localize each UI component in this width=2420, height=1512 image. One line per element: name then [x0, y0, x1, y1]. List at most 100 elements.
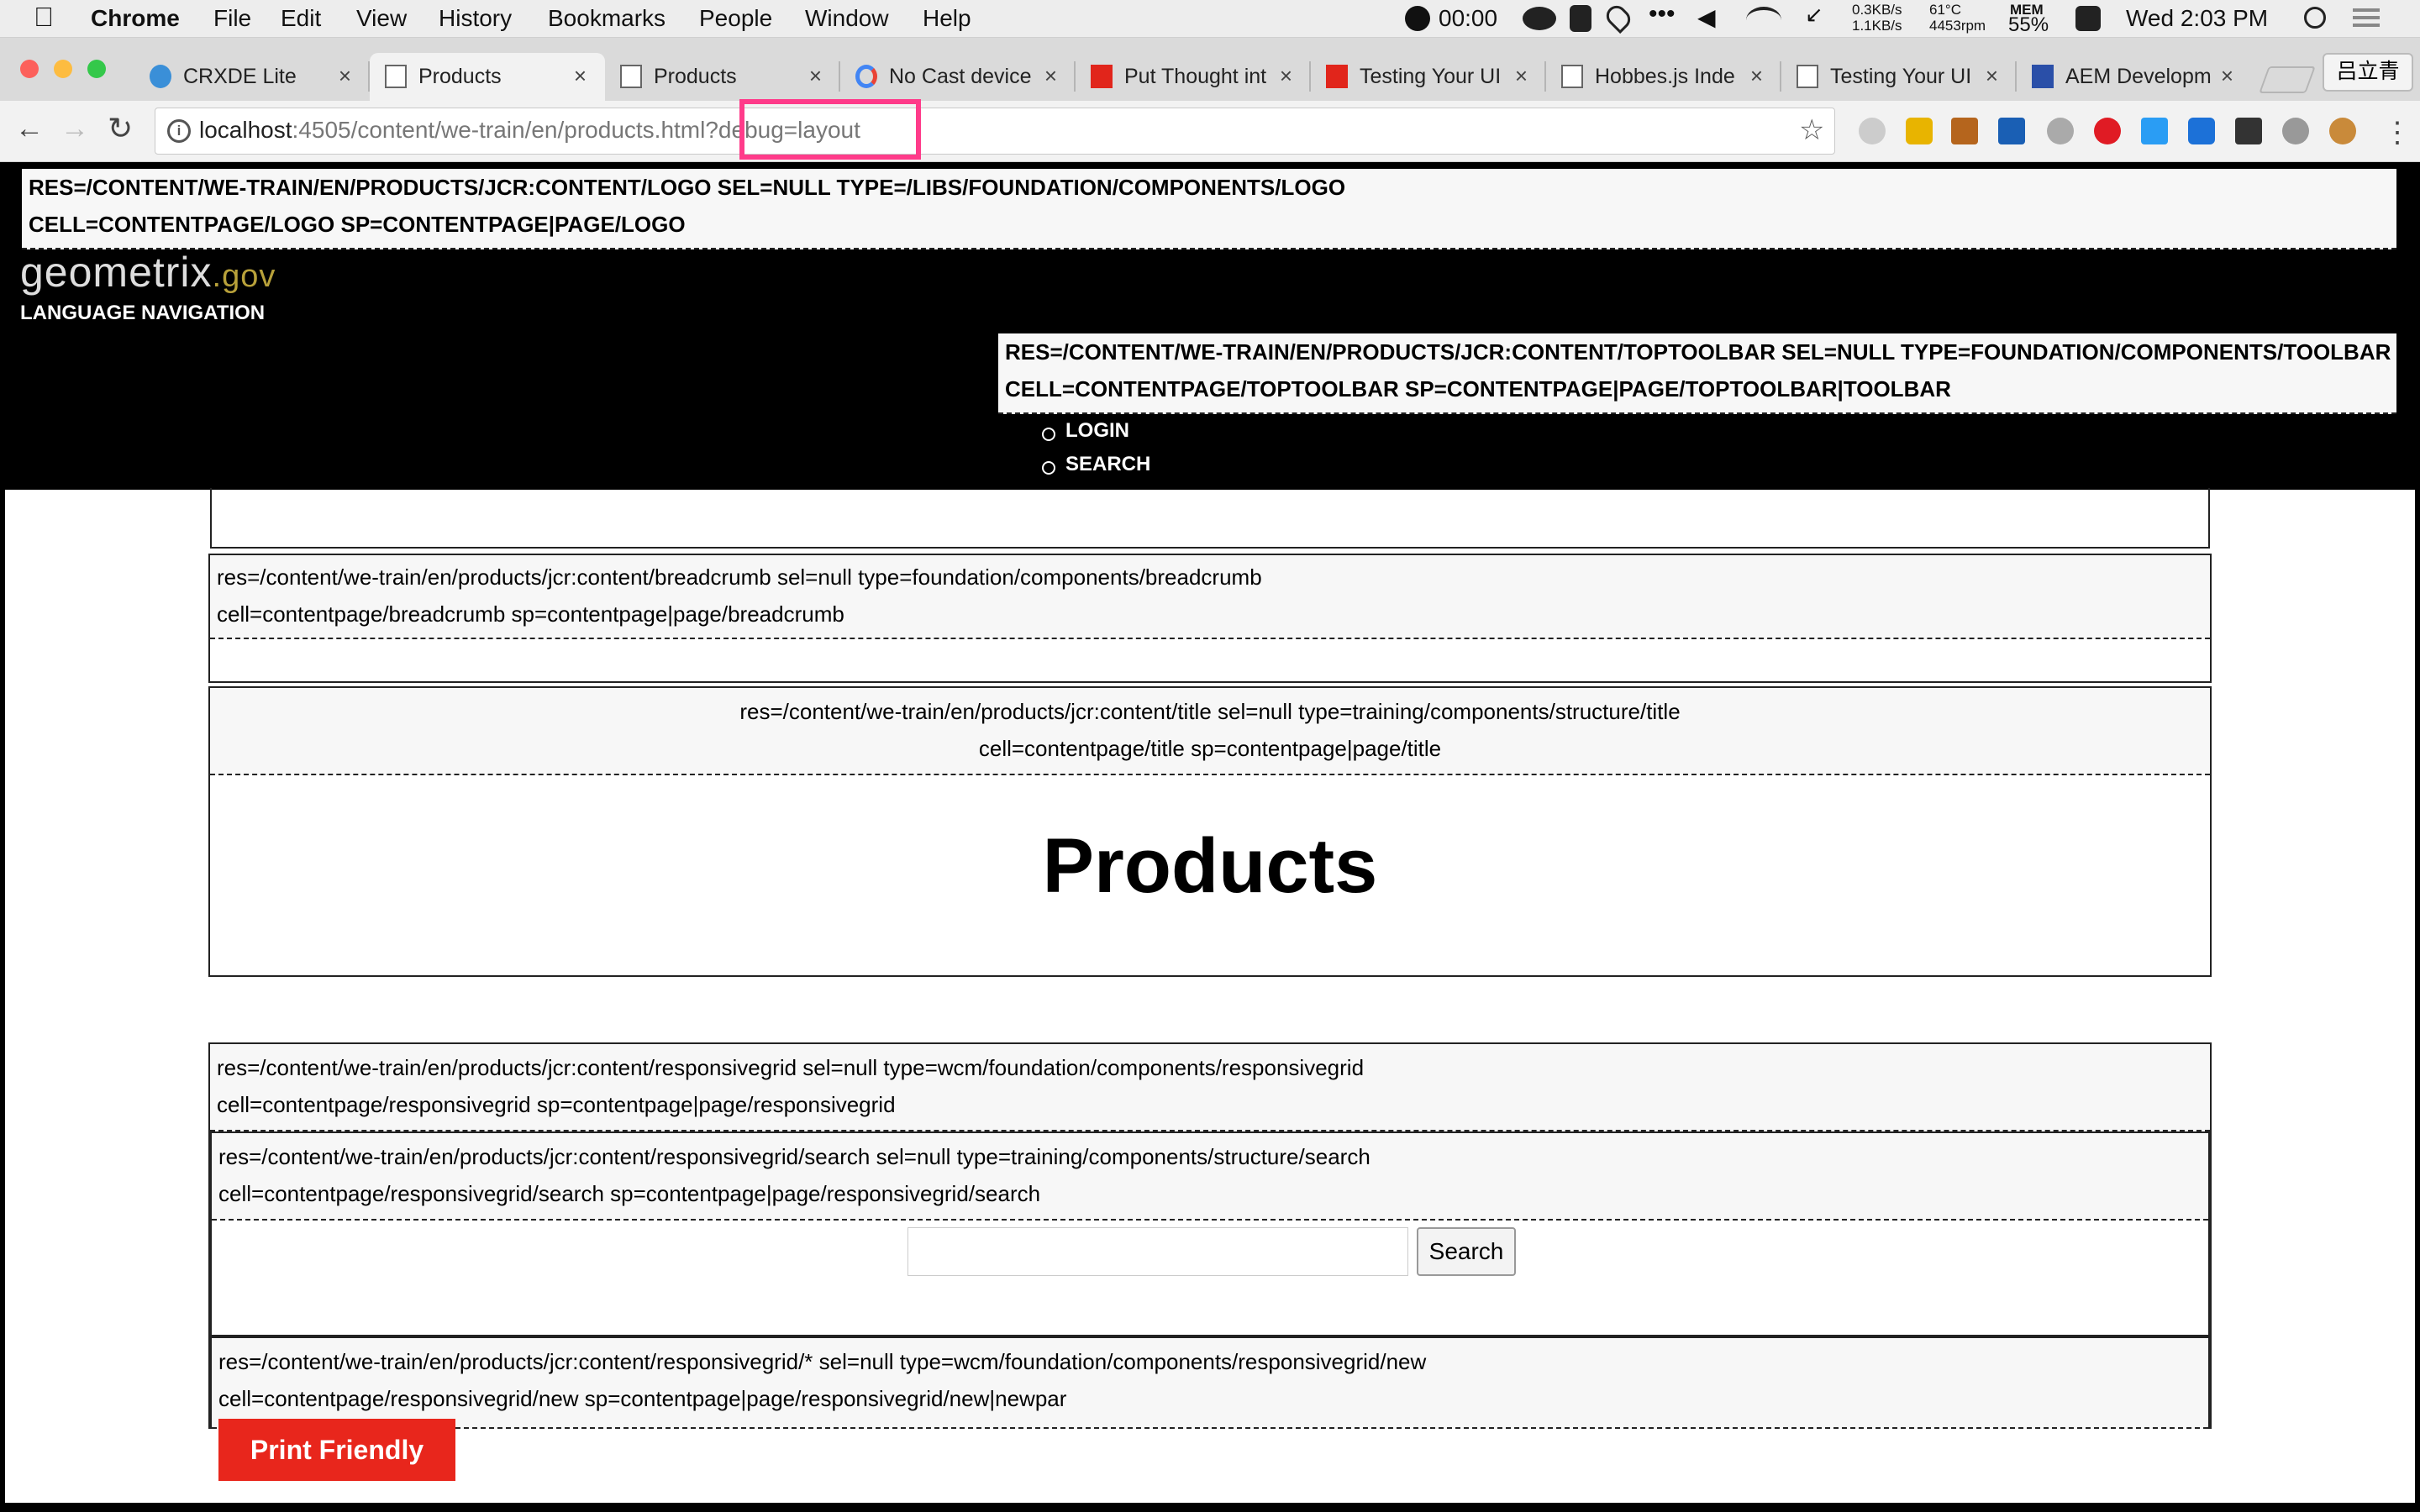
logo-suffix: .gov: [212, 259, 276, 294]
print-friendly-button[interactable]: Print Friendly: [218, 1419, 455, 1481]
breadcrumb-component: res=/content/we-train/en/products/jcr:co…: [208, 554, 2212, 683]
extension-icon-1[interactable]: [1859, 118, 1886, 144]
search-component: res=/content/we-train/en/products/jcr:co…: [210, 1131, 2210, 1336]
menu-view[interactable]: View: [356, 5, 407, 32]
query-highlight-box: [739, 99, 921, 160]
crxde-favicon-icon: [150, 65, 171, 88]
check-circle-icon[interactable]: [1405, 6, 1430, 31]
tab-label: Products: [418, 65, 502, 88]
header-frame: [210, 488, 2210, 549]
chrome-menu-icon[interactable]: ⋮: [2383, 116, 2412, 150]
menu-window[interactable]: Window: [805, 5, 889, 32]
tab-aem-developer[interactable]: AEM Developm ×: [2017, 53, 2252, 102]
clock-text: Wed 2:03 PM: [2126, 5, 2269, 31]
debug-line: cell=contentpage/responsivegrid sp=conte…: [217, 1092, 896, 1117]
close-window-icon[interactable]: [20, 60, 39, 78]
location-pin-icon[interactable]: [1602, 1, 1635, 34]
toolbar-search-link[interactable]: SEARCH: [1065, 453, 1150, 476]
maximize-window-icon[interactable]: [87, 60, 106, 78]
menu-bookmarks[interactable]: Bookmarks: [548, 5, 666, 32]
tab-close-icon[interactable]: ×: [1986, 63, 1998, 89]
page-title: Products: [1042, 823, 1378, 909]
forward-arrow-icon[interactable]: →: [60, 113, 89, 145]
address-bar[interactable]: i localhost:4505/content/we-train/en/pro…: [155, 108, 1835, 155]
new-tab-button[interactable]: [2259, 66, 2316, 93]
minimize-window-icon[interactable]: [54, 60, 72, 78]
mem-value: 55%: [2008, 13, 2049, 36]
tab-close-icon[interactable]: ×: [574, 63, 587, 89]
menu-history[interactable]: History: [439, 5, 512, 32]
menu-help[interactable]: Help: [923, 5, 971, 32]
spotlight-search-icon[interactable]: [2304, 7, 2326, 29]
extension-icon-2[interactable]: [1906, 118, 1933, 144]
timer-text: 00:00: [1439, 5, 1498, 31]
page-left-border: [0, 490, 5, 1512]
tab-label: Testing Your UI: [1360, 65, 1502, 88]
wechat-icon[interactable]: [1523, 7, 1556, 30]
tab-put-thought[interactable]: Put Thought int ×: [1076, 53, 1311, 102]
url-path: :4505/content/we-train/en/products.html: [292, 117, 706, 143]
search-button[interactable]: Search: [1417, 1227, 1516, 1276]
extension-icon-9[interactable]: [2235, 118, 2262, 144]
menu-people[interactable]: People: [699, 5, 772, 32]
tab-close-icon[interactable]: ×: [1044, 63, 1057, 89]
debug-line: cell=contentpage/title sp=contentpage|pa…: [978, 736, 1442, 761]
tab-crxde-lite[interactable]: CRXDE Lite ×: [134, 53, 370, 102]
apple-icon[interactable]: : [34, 2, 54, 33]
status-app-icon[interactable]: [2075, 6, 2101, 31]
info-icon[interactable]: i: [167, 119, 191, 143]
debug-line: res=/content/we-train/en/products/jcr:co…: [739, 699, 1681, 724]
evernote-icon[interactable]: [1570, 5, 1591, 32]
bullet-icon: [1042, 461, 1055, 475]
toptoolbar-debug-box: res=/content/we-train/en/products/jcr:co…: [998, 333, 2396, 414]
tab-testing-your-ui[interactable]: Testing Your UI ×: [1781, 53, 2017, 102]
extension-icon-3[interactable]: [1951, 118, 1978, 144]
menu-edit[interactable]: Edit: [281, 5, 321, 32]
tab-products[interactable]: Products ×: [605, 53, 840, 102]
app-menu-chrome[interactable]: Chrome: [91, 5, 180, 32]
tab-testing-your-ui-adobe[interactable]: Testing Your UI ×: [1311, 53, 1546, 102]
toolbar-login-link[interactable]: LOGIN: [1065, 419, 1129, 443]
back-arrow-icon[interactable]: ←: [15, 113, 44, 145]
profile-button[interactable]: 吕立青: [2323, 53, 2413, 92]
bullet-icon: [1042, 428, 1055, 441]
resize-arrows-icon[interactable]: ↙: [1805, 2, 1823, 28]
extension-icon-10[interactable]: [2282, 118, 2309, 144]
tab-label: CRXDE Lite: [183, 65, 297, 88]
extension-icon-11[interactable]: [2329, 118, 2356, 144]
tab-hobbes-js[interactable]: Hobbes.js Inde ×: [1546, 53, 1781, 102]
extension-icon-5[interactable]: [2047, 118, 2074, 144]
tab-no-cast-device[interactable]: No Cast device ×: [840, 53, 1076, 102]
tab-close-icon[interactable]: ×: [809, 63, 822, 89]
page-bottom-border: [0, 1503, 2420, 1512]
url-host: localhost: [199, 117, 292, 143]
site-logo[interactable]: geometrix.gov: [20, 248, 276, 297]
fan-rpm-text: 4453rpm: [1929, 18, 1986, 34]
bookmark-star-icon[interactable]: ☆: [1799, 113, 1824, 147]
tab-products-active[interactable]: Products ×: [370, 53, 605, 102]
search-input[interactable]: [908, 1227, 1408, 1276]
wifi-icon[interactable]: [1746, 7, 1781, 34]
debug-line: res=/content/we-train/en/products/jcr:co…: [218, 1349, 1427, 1374]
tab-close-icon[interactable]: ×: [1280, 63, 1292, 89]
tab-close-icon[interactable]: ×: [1750, 63, 1763, 89]
extension-icon-6[interactable]: [2094, 118, 2121, 144]
notification-center-icon[interactable]: [2353, 8, 2380, 12]
more-icon[interactable]: •••: [1649, 0, 1676, 29]
extension-icon-8[interactable]: [2188, 118, 2215, 144]
volume-icon[interactable]: ◀: [1697, 3, 1716, 31]
tab-label: Products: [654, 65, 737, 88]
tab-close-icon[interactable]: ×: [339, 63, 351, 89]
responsivegrid-component: res=/content/we-train/en/products/jcr:co…: [208, 1042, 2212, 1429]
tab-close-icon[interactable]: ×: [1515, 63, 1528, 89]
menu-file[interactable]: File: [213, 5, 251, 32]
page-favicon-icon: [1797, 65, 1818, 88]
reload-icon[interactable]: ↻: [108, 111, 133, 146]
language-navigation[interactable]: LANGUAGE NAVIGATION: [20, 302, 265, 325]
tab-close-icon[interactable]: ×: [2221, 63, 2233, 89]
search-debug-box: res=/content/we-train/en/products/jcr:co…: [212, 1133, 2208, 1221]
extension-icon-7[interactable]: [2141, 118, 2168, 144]
extension-icon-4[interactable]: [1998, 118, 2025, 144]
net-up-text: 0.3KB/s: [1852, 2, 1902, 18]
adobe-favicon-icon: [1326, 65, 1348, 88]
